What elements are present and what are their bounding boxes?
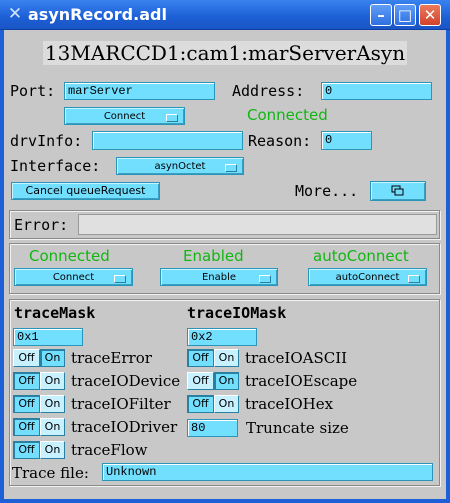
trace-mask-input[interactable]: 0x1 — [13, 328, 83, 346]
traceerror-label: traceError — [71, 349, 152, 367]
window-title: asynRecord.adl — [28, 5, 167, 24]
error-message — [78, 214, 437, 235]
toggle-traceioascii[interactable]: Off On — [187, 349, 239, 367]
off-button[interactable]: Off — [13, 372, 40, 390]
menu-indicator-icon — [166, 114, 178, 122]
address-label: Address: — [232, 82, 305, 100]
window-frame-left — [0, 30, 4, 503]
more-label: More... — [295, 182, 359, 200]
address-input[interactable]: 0 — [321, 82, 432, 100]
autoconnect-menu-value: autoConnect — [335, 272, 400, 283]
toggle-traceioescape[interactable]: Off On — [187, 372, 239, 390]
traceiodevice-label: traceIODevice — [71, 372, 181, 390]
connect-menu-value: Connect — [103, 111, 146, 122]
off-button[interactable]: Off — [187, 372, 214, 390]
menu-indicator-icon — [408, 275, 420, 283]
port-label: Port: — [10, 82, 56, 100]
menu-indicator-icon — [114, 275, 126, 283]
off-button[interactable]: Off — [187, 395, 214, 413]
interface-menu-value: asynOctet — [154, 161, 206, 172]
connect-menu[interactable]: Connect — [64, 107, 185, 125]
toggle-traceiohex[interactable]: Off On — [187, 395, 239, 413]
enable-menu[interactable]: Enable — [160, 268, 278, 286]
traceioascii-label: traceIOASCII — [245, 349, 348, 367]
connect-state-menu[interactable]: Connect — [14, 268, 133, 286]
toggle-traceerror[interactable]: Off On — [13, 349, 65, 367]
window-frame-right — [446, 30, 450, 503]
connected-status: Connected — [29, 247, 110, 265]
cancel-queue-request-button[interactable]: Cancel queueRequest — [11, 182, 160, 200]
more-button[interactable] — [370, 181, 426, 201]
off-button[interactable]: Off — [13, 441, 40, 459]
window-frame-bottom — [0, 499, 450, 503]
on-button[interactable]: On — [40, 418, 65, 436]
reason-input[interactable]: 0 — [321, 131, 372, 150]
traceflow-label: traceFlow — [71, 441, 148, 459]
traceiofilter-label: traceIOFilter — [71, 395, 171, 413]
trace-file-label: Trace file: — [12, 464, 89, 482]
maximize-icon: □ — [397, 6, 413, 24]
maximize-button[interactable]: □ — [394, 4, 416, 26]
trace-mask-title: traceMask — [14, 304, 96, 322]
toggle-traceiodevice[interactable]: Off On — [13, 372, 65, 390]
trace-io-mask-title: traceIOMask — [187, 304, 287, 322]
traceioescape-label: traceIOEscape — [245, 372, 358, 390]
menu-indicator-icon — [259, 275, 271, 283]
on-button[interactable]: On — [214, 349, 239, 367]
interface-menu[interactable]: asynOctet — [116, 157, 244, 175]
on-button[interactable]: On — [214, 395, 239, 413]
connection-status: Connected — [247, 106, 328, 124]
on-button[interactable]: On — [40, 395, 65, 413]
off-button[interactable]: Off — [187, 349, 214, 367]
traceiohex-label: traceIOHex — [245, 395, 334, 413]
connect-state-value: Connect — [52, 272, 95, 283]
toggle-traceflow[interactable]: Off On — [13, 441, 65, 459]
autoconnect-menu[interactable]: autoConnect — [308, 268, 427, 286]
error-label: Error: — [14, 216, 69, 234]
trace-io-mask-input[interactable]: 0x2 — [187, 328, 257, 346]
enabled-status: Enabled — [183, 247, 244, 265]
minimize-button[interactable]: – — [370, 4, 392, 26]
traceiodriver-label: traceIODriver — [71, 418, 178, 436]
toggle-traceiodriver[interactable]: Off On — [13, 418, 65, 436]
toggle-traceiofilter[interactable]: Off On — [13, 395, 65, 413]
trace-file-input[interactable]: Unknown — [102, 463, 433, 481]
port-input[interactable]: marServer — [64, 82, 215, 100]
interface-label: Interface: — [10, 157, 101, 175]
off-button[interactable]: Off — [13, 395, 40, 413]
off-button[interactable]: Off — [13, 349, 40, 367]
autoconnect-status: autoConnect — [313, 247, 409, 265]
close-button[interactable]: ✕ — [419, 4, 441, 26]
x-icon: ✕ — [7, 4, 23, 24]
truncate-size-input[interactable]: 80 — [187, 419, 238, 437]
menu-indicator-icon — [225, 164, 237, 172]
close-icon: ✕ — [423, 6, 437, 24]
on-button[interactable]: On — [40, 349, 65, 367]
enable-menu-value: Enable — [201, 272, 237, 283]
on-button[interactable]: On — [214, 372, 239, 390]
reason-label: Reason: — [248, 132, 312, 150]
minimize-icon: – — [377, 6, 385, 24]
drvinfo-input[interactable] — [92, 131, 243, 150]
off-button[interactable]: Off — [13, 418, 40, 436]
on-button[interactable]: On — [40, 441, 65, 459]
truncate-size-label: Truncate size — [246, 419, 349, 437]
on-button[interactable]: On — [40, 372, 65, 390]
related-display-icon — [391, 185, 404, 196]
drvinfo-label: drvInfo: — [10, 132, 83, 150]
record-name: 13MARCCD1:cam1:marServerAsyn — [42, 41, 408, 65]
